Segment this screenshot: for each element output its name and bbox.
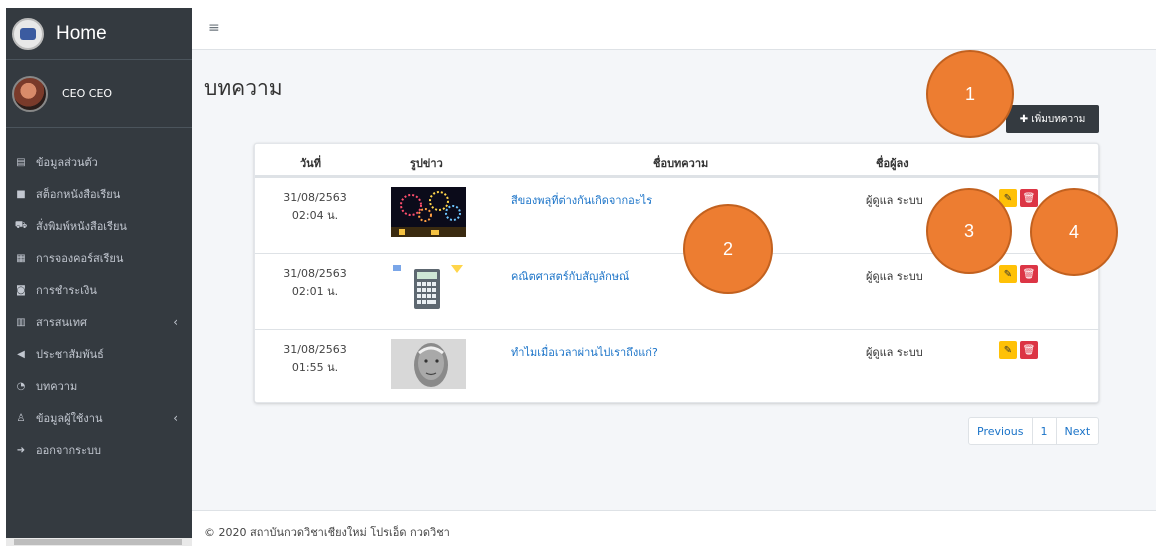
trash-icon: 🗑 [1022,268,1036,280]
content-wrapper: บทความ ✚ เพิ่มบทความ วันที่ รูปข่าว ชื่อ… [192,50,1156,510]
edit-button[interactable]: ✎ [999,341,1017,359]
callout-3: 3 [926,188,1012,274]
date-cell: 31/08/2563 01:55 น. [255,341,375,377]
article-title-link[interactable]: ทำไมเมื่อเวลาผ่านไปเราถึงแก่? [511,343,658,361]
money-icon: ◙ [16,284,26,296]
sidebar-item-label: ประชาสัมพันธ์ [36,348,104,361]
sidebar-item-label: บทความ [36,380,78,393]
edit-icon: ✎ [1003,192,1013,204]
sidebar-item-label: การชำระเงิน [36,284,97,297]
sidebar-item-book-print[interactable]: ⛟ สั่งพิมพ์หนังสือเรียน [6,210,192,242]
chart-icon: ▥ [16,316,26,328]
sidebar: Home CEO CEO ▤ ข้อมูลส่วนตัว ■ สต็อกหนัง… [6,8,192,546]
sidebar-item-course-booking[interactable]: ▦ การจองคอร์สเรียน [6,242,192,274]
footer: © 2020 สถาบันกวดวิชาเชียงใหม่ โปรเอ็ด กว… [192,510,1156,546]
sidebar-item-logout[interactable]: ➜ ออกจากระบบ [6,434,192,466]
time-text: 02:04 น. [291,209,339,222]
page-number-link[interactable]: 1 [1033,418,1057,444]
scrollbar-thumb[interactable] [14,539,182,545]
user-name: CEO CEO [62,87,113,100]
sidebar-nav: ▤ ข้อมูลส่วนตัว ■ สต็อกหนังสือเรียน ⛟ สั… [6,128,192,466]
horizontal-scrollbar[interactable] [6,538,192,546]
sidebar-item-information[interactable]: ▥ สารสนเทศ ‹ [6,306,192,338]
author-cell: ผู้ดูแล ระบบ [866,346,923,359]
edit-icon: ✎ [1003,268,1013,280]
add-article-button[interactable]: ✚ เพิ่มบทความ [1006,105,1099,133]
brand-logo [12,17,44,50]
callout-4: 4 [1030,188,1118,276]
date-text: 31/08/2563 [283,191,347,204]
edit-button[interactable]: ✎ [999,265,1017,283]
sidebar-item-label: การจองคอร์สเรียน [36,252,124,265]
brand-link[interactable]: Home [6,8,192,60]
column-header-author: ชื่อผู้ลง [876,157,909,170]
sidebar-item-label: สต็อกหนังสือเรียน [36,188,121,201]
box-icon: ■ [16,188,26,200]
sidebar-item-label: สารสนเทศ [36,316,88,329]
sidebar-item-announcements[interactable]: ◀ ประชาสัมพันธ์ [6,338,192,370]
date-text: 31/08/2563 [283,343,347,356]
id-card-icon: ▤ [16,156,26,168]
date-cell: 31/08/2563 02:01 น. [255,265,375,301]
table-header: วันที่ รูปข่าว ชื่อบทความ ชื่อผู้ลง [255,144,1100,177]
table-row: 31/08/2563 01:55 น. ทำไมเมื่อเวลาผ่านไปเ… [255,329,1100,405]
calculator-image [391,263,466,313]
pagination: Previous 1 Next [968,417,1100,445]
delete-button[interactable]: 🗑 [1020,189,1038,207]
chevron-left-icon: ‹ [173,315,178,329]
sidebar-item-label: สั่งพิมพ์หนังสือเรียน [36,220,127,233]
sidebar-item-articles[interactable]: ◔ บทความ [6,370,192,402]
delete-button[interactable]: 🗑 [1020,341,1038,359]
callout-2: 2 [683,204,773,294]
rss-icon: ◔ [16,380,26,392]
sidebar-item-label: ข้อมูลผู้ใช้งาน [36,412,103,425]
megaphone-icon: ◀ [17,348,25,360]
edit-icon: ✎ [1003,344,1013,356]
sign-out-icon: ➜ [16,444,26,456]
cart-icon: ⛟ [14,219,28,231]
column-header-title: ชื่อบทความ [653,157,709,170]
date-text: 31/08/2563 [283,267,347,280]
sidebar-item-label: ข้อมูลส่วนตัว [36,156,98,169]
author-cell: ผู้ดูแล ระบบ [866,194,923,207]
page-title: บทความ [204,76,283,100]
chevron-left-icon: ‹ [173,411,178,425]
author-cell: ผู้ดูแล ระบบ [866,270,923,283]
sidebar-item-book-stock[interactable]: ■ สต็อกหนังสือเรียน [6,178,192,210]
fireworks-image [391,187,466,237]
avatar [12,75,48,112]
brand-text: Home [56,22,107,44]
time-text: 01:55 น. [291,361,339,374]
article-title-link[interactable]: สีของพลุที่ต่างกันเกิดจากอะไร [511,191,652,209]
menu-toggle-icon[interactable]: ≡ [208,20,220,36]
date-cell: 31/08/2563 02:04 น. [255,189,375,225]
old-man-image [391,339,466,389]
top-navbar: ≡ [192,8,1156,50]
trash-icon: 🗑 [1022,192,1036,204]
previous-page-link[interactable]: Previous [969,418,1033,444]
delete-button[interactable]: 🗑 [1020,265,1038,283]
time-text: 02:01 น. [291,285,339,298]
user-icon: ♙ [16,412,26,424]
sidebar-item-label: ออกจากระบบ [36,444,101,457]
next-page-link[interactable]: Next [1057,418,1099,444]
user-panel[interactable]: CEO CEO [6,60,192,128]
article-title-link[interactable]: คณิตศาสตร์กับสัญลักษณ์ [511,267,629,285]
document-icon: ▦ [16,252,26,264]
sidebar-item-profile[interactable]: ▤ ข้อมูลส่วนตัว [6,146,192,178]
sidebar-item-payment[interactable]: ◙ การชำระเงิน [6,274,192,306]
column-header-image: รูปข่าว [410,157,443,170]
callout-1: 1 [926,50,1014,138]
sidebar-item-user-data[interactable]: ♙ ข้อมูลผู้ใช้งาน ‹ [6,402,192,434]
column-header-date: วันที่ [300,157,321,170]
trash-icon: 🗑 [1022,344,1036,356]
